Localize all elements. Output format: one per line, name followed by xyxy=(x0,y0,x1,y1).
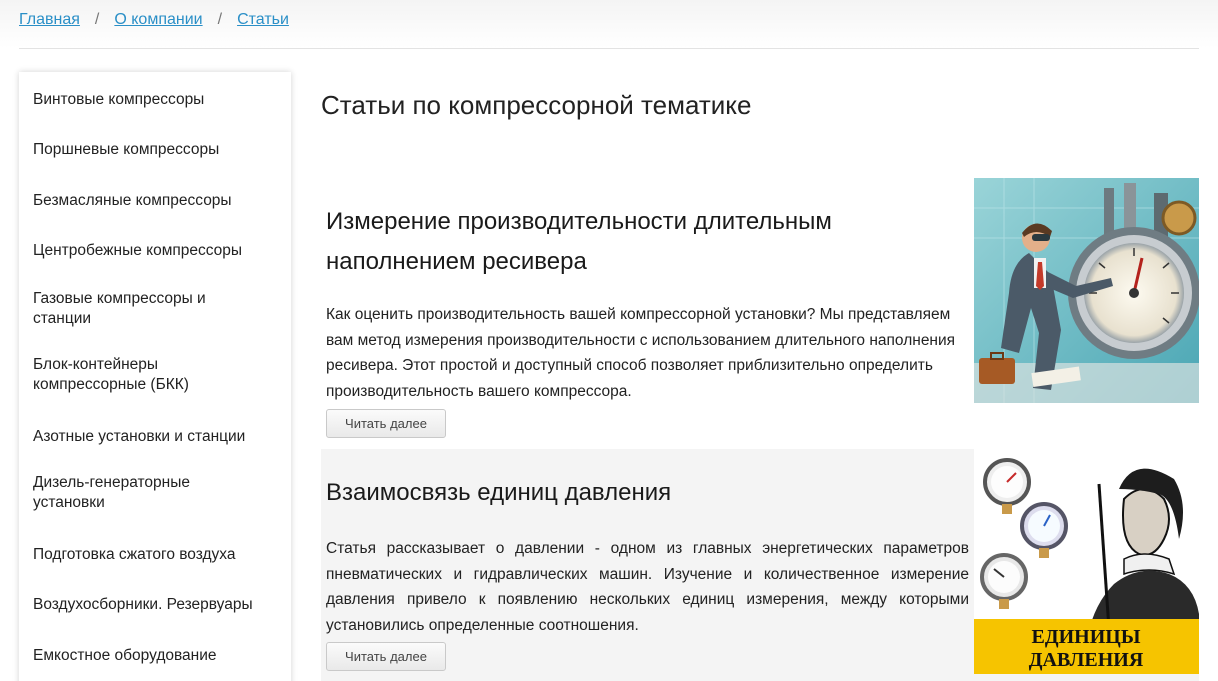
sidebar-item-diesel-generators[interactable]: Дизель-генераторные установки xyxy=(33,473,248,513)
sidebar-item-piston-compressors[interactable]: Поршневые компрессоры xyxy=(33,140,273,160)
breadcrumb-separator: / xyxy=(94,11,100,28)
sidebar-item-air-treatment[interactable]: Подготовка сжатого воздуха xyxy=(33,545,273,565)
read-more-button[interactable]: Читать далее xyxy=(326,642,446,671)
divider xyxy=(19,48,1199,49)
breadcrumb: Главная / О компании / Статьи xyxy=(19,11,289,29)
breadcrumb-about-link[interactable]: О компании xyxy=(114,11,202,29)
article-thumbnail[interactable] xyxy=(974,178,1199,403)
sidebar-item-gas-compressors[interactable]: Газовые компрессоры и станции xyxy=(33,289,248,329)
read-more-button[interactable]: Читать далее xyxy=(326,409,446,438)
pressure-gauges-icon: ЕДИНИЦЫ ДАВЛЕНИЯ xyxy=(974,449,1199,674)
page-title: Статьи по компрессорной тематике xyxy=(321,90,752,120)
article-summary: Статья рассказывает о давлении - одном и… xyxy=(326,540,969,634)
article-title-link[interactable]: Взаимосвязь единиц давления xyxy=(326,473,926,513)
article-card: Взаимосвязь единиц давления Статья расск… xyxy=(321,449,1199,681)
sidebar-item-oil-free-compressors[interactable]: Безмасляные компрессоры xyxy=(33,191,273,211)
sidebar-item-screw-compressors[interactable]: Винтовые компрессоры xyxy=(33,90,273,110)
article-thumbnail[interactable]: ЕДИНИЦЫ ДАВЛЕНИЯ xyxy=(974,449,1199,674)
sidebar-item-centrifugal-compressors[interactable]: Центробежные компрессоры xyxy=(33,241,273,261)
sidebar-item-air-receivers[interactable]: Воздухосборники. Резервуары xyxy=(33,595,273,615)
sidebar-item-block-containers[interactable]: Блок-контейнеры компрессорные (БКК) xyxy=(33,355,248,395)
engineer-pressure-gauge-icon xyxy=(974,178,1199,403)
article-summary: Как оценить производительность вашей ком… xyxy=(326,306,956,400)
breadcrumb-home-link[interactable]: Главная xyxy=(19,11,80,29)
sidebar-item-tank-equipment[interactable]: Емкостное оборудование xyxy=(33,646,273,666)
article-card: Измерение производительности длительным … xyxy=(321,178,1199,440)
article-title-link[interactable]: Измерение производительности длительным … xyxy=(326,202,926,282)
breadcrumb-separator: / xyxy=(217,11,223,28)
sidebar-menu: Винтовые компрессоры Поршневые компрессо… xyxy=(19,72,291,681)
banner-text-line-2: ДАВЛЕНИЯ xyxy=(1029,649,1144,671)
breadcrumb-articles-link[interactable]: Статьи xyxy=(237,11,289,29)
banner-text-line-1: ЕДИНИЦЫ xyxy=(1032,626,1141,648)
sidebar-item-nitrogen-units[interactable]: Азотные установки и станции xyxy=(33,427,273,447)
